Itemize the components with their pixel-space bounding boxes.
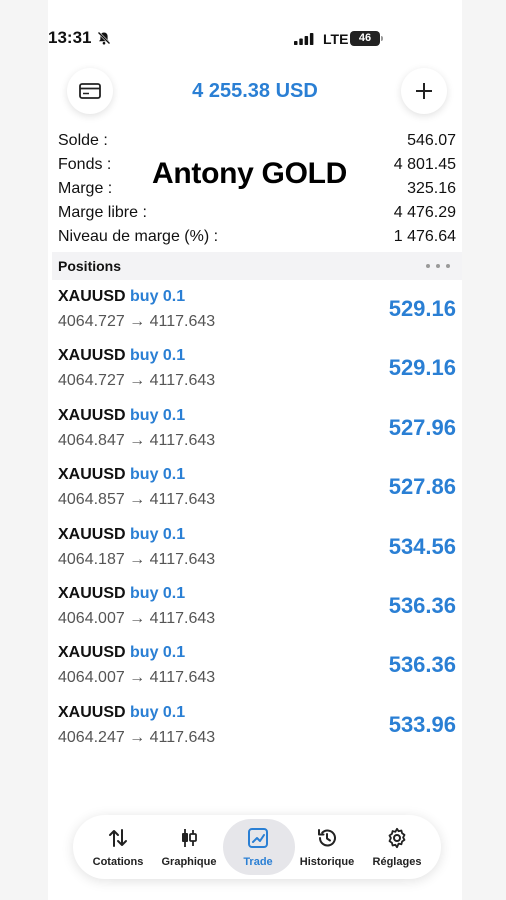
position-side: buy 0.1 <box>130 406 186 424</box>
position-prices: 4064.727 → 4117.643 <box>58 372 216 390</box>
position-symbol: XAUUSD buy 0.1 <box>58 525 186 543</box>
signal-icon <box>294 33 314 45</box>
tab-label: Trade <box>243 856 273 868</box>
position-symbol: XAUUSD buy 0.1 <box>58 347 186 365</box>
position-side: buy 0.1 <box>130 466 186 484</box>
positions-title: Positions <box>58 258 122 274</box>
more-dots-icon[interactable] <box>426 264 450 268</box>
tab-trade[interactable]: Trade <box>221 815 295 879</box>
position-symbol: XAUUSD buy 0.1 <box>58 466 186 484</box>
tab-label: Historique <box>299 856 355 868</box>
position-profit: 529.16 <box>388 296 456 321</box>
margin-level-value: 1 476.64 <box>393 228 456 245</box>
position-row[interactable]: XAUUSD buy 0.1 4064.847 → 4117.643 527.9… <box>58 403 458 462</box>
position-side: buy 0.1 <box>130 288 186 305</box>
position-side: buy 0.1 <box>130 525 186 543</box>
position-prices: 4064.727 → 4117.643 <box>58 313 216 330</box>
position-symbol: XAUUSD buy 0.1 <box>58 584 186 602</box>
position-prices: 4064.007 → 4117.643 <box>58 669 216 687</box>
position-row[interactable]: XAUUSD buy 0.1 4064.857 → 4117.643 527.8… <box>58 462 458 521</box>
trade-header: 4 255.38 USD <box>48 68 462 116</box>
position-row[interactable]: XAUUSD buy 0.1 4064.007 → 4117.643 536.3… <box>58 640 458 699</box>
history-icon <box>318 829 336 847</box>
bottom-tab-bar: Cotations Graphique Trade Historique Rég… <box>73 815 441 879</box>
funds-value: 4 801.45 <box>393 156 456 173</box>
plus-icon <box>416 83 432 99</box>
trend-chart-icon <box>248 828 268 848</box>
position-prices: 4064.007 → 4117.643 <box>58 609 216 627</box>
margin-level-row: Niveau de marge (%) : 1 476.64 <box>58 226 456 250</box>
tab-reglages[interactable]: Réglages <box>360 815 434 879</box>
free-margin-value: 4 476.29 <box>393 204 456 221</box>
position-profit: 527.86 <box>388 474 456 500</box>
equity-value: 4 255.38 USD <box>192 80 318 102</box>
position-symbol: XAUUSD buy 0.1 <box>58 288 186 305</box>
balance-row: Solde : 546.07 <box>58 130 456 154</box>
position-prices: 4064.187 → 4117.643 <box>58 550 216 568</box>
position-symbol: XAUUSD buy 0.1 <box>58 406 186 424</box>
margin-label: Marge : <box>58 180 113 197</box>
position-row[interactable]: XAUUSD buy 0.1 4064.727 → 4117.643 529.1… <box>58 343 458 402</box>
new-order-button[interactable] <box>401 68 447 114</box>
funds-label: Fonds : <box>58 156 112 173</box>
tab-label: Graphique <box>161 856 217 868</box>
bell-mute-icon <box>97 31 111 45</box>
gear-icon <box>388 827 406 849</box>
position-profit: 534.56 <box>388 533 456 559</box>
position-row[interactable]: XAUUSD buy 0.1 4064.007 → 4117.643 536.3… <box>58 581 458 640</box>
balance-value: 546.07 <box>407 132 456 149</box>
status-time: 13:31 <box>48 28 92 47</box>
position-profit: 536.36 <box>388 592 456 618</box>
tab-label: Cotations <box>92 856 144 868</box>
free-margin-row: Marge libre : 4 476.29 <box>58 202 456 226</box>
tab-label: Réglages <box>372 856 422 868</box>
position-row[interactable]: XAUUSD buy 0.1 4064.247 → 4117.643 533.9… <box>58 700 458 759</box>
tab-cotations[interactable]: Cotations <box>81 815 155 879</box>
arrows-updown-icon <box>109 829 127 847</box>
margin-level-label: Niveau de marge (%) : <box>58 228 219 245</box>
position-prices: 4064.247 → 4117.643 <box>58 728 216 746</box>
balance-label: Solde : <box>58 132 108 149</box>
position-profit: 533.96 <box>388 711 456 737</box>
margin-value: 325.16 <box>407 180 456 197</box>
position-side: buy 0.1 <box>130 347 186 365</box>
position-prices: 4064.857 → 4117.643 <box>58 491 216 509</box>
position-side: buy 0.1 <box>130 703 186 721</box>
position-profit: 529.16 <box>388 355 456 381</box>
position-profit: 536.36 <box>388 652 456 678</box>
position-side: buy 0.1 <box>130 644 186 662</box>
position-row[interactable]: XAUUSD buy 0.1 4064.187 → 4117.643 534.5… <box>58 522 458 581</box>
position-row[interactable]: XAUUSD buy 0.1 4064.727 → 4117.643 529.1… <box>58 284 458 343</box>
positions-section-header: Positions <box>52 252 462 280</box>
position-prices: 4064.847 → 4117.643 <box>58 431 216 449</box>
free-margin-label: Marge libre : <box>58 204 147 221</box>
tab-historique[interactable]: Historique <box>290 815 364 879</box>
position-symbol: XAUUSD buy 0.1 <box>58 703 186 721</box>
position-symbol: XAUUSD buy 0.1 <box>58 644 186 662</box>
overlay-name-text: Antony GOLD <box>152 157 348 190</box>
position-side: buy 0.1 <box>130 584 186 602</box>
positions-list: XAUUSD buy 0.1 4064.727 → 4117.643 529.1… <box>58 284 458 759</box>
battery-icon: 46 <box>350 31 380 46</box>
tab-graphique[interactable]: Graphique <box>152 815 226 879</box>
position-profit: 527.96 <box>388 414 456 440</box>
carrier-label: LTE <box>323 31 349 47</box>
candlestick-icon <box>182 829 197 847</box>
